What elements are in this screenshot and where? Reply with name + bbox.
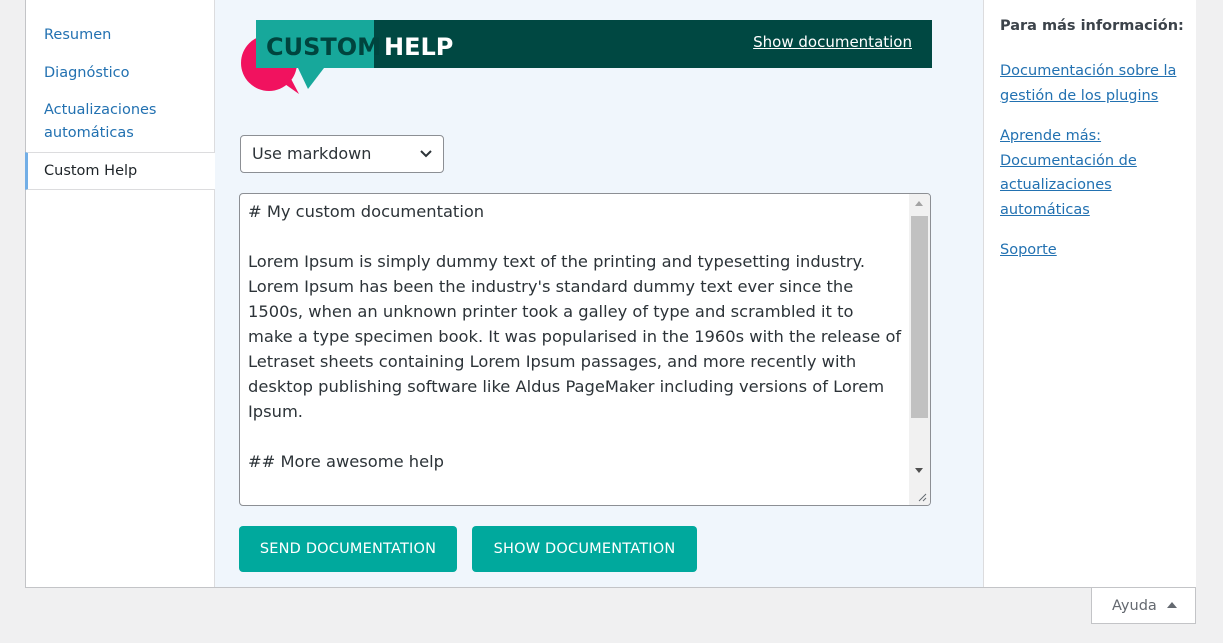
tab-resumen[interactable]: Resumen xyxy=(26,24,215,47)
custom-help-content: Show documentation CUSTOM HELP Use markd… xyxy=(215,0,983,587)
help-toggle-label: Ayuda xyxy=(1112,598,1157,614)
scroll-up-icon[interactable] xyxy=(915,201,923,206)
custom-help-logo: CUSTOM HELP xyxy=(241,20,453,94)
help-panel: Resumen Diagnóstico Actualizaciones auto… xyxy=(25,0,1196,588)
resize-handle-icon[interactable] xyxy=(917,492,927,502)
logo-custom-text: CUSTOM xyxy=(266,33,381,61)
help-toggle-button[interactable]: Ayuda xyxy=(1091,588,1196,624)
scroll-down-icon[interactable] xyxy=(915,468,923,473)
logo-teal-tail xyxy=(298,68,324,89)
help-tabs: Resumen Diagnóstico Actualizaciones auto… xyxy=(25,0,216,587)
caret-up-icon xyxy=(1167,602,1177,608)
tab-custom-help[interactable]: Custom Help xyxy=(25,152,216,190)
scrollbar-thumb[interactable] xyxy=(911,216,928,418)
sidebar-title: Para más información: xyxy=(1000,18,1184,34)
documentation-text: # My custom documentation Lorem Ipsum is… xyxy=(248,202,902,505)
documentation-textarea[interactable]: # My custom documentation Lorem Ipsum is… xyxy=(239,193,931,506)
format-select[interactable]: Use markdown xyxy=(240,135,444,173)
support-link[interactable]: Soporte xyxy=(1000,238,1185,263)
tab-diagnostico[interactable]: Diagnóstico xyxy=(26,62,215,85)
tab-actualizaciones-automaticas[interactable]: Actualizaciones automáticas xyxy=(26,99,215,145)
show-documentation-link[interactable]: Show documentation xyxy=(753,33,912,51)
chevron-down-icon xyxy=(420,150,432,158)
logo-help-text: HELP xyxy=(384,33,453,61)
auto-updates-docs-link[interactable]: Aprende más: Documentación de actualizac… xyxy=(1000,124,1185,222)
plugin-docs-link[interactable]: Documentación sobre la gestión de los pl… xyxy=(1000,59,1185,108)
send-documentation-button[interactable]: SEND DOCUMENTATION xyxy=(239,526,457,572)
format-select-value: Use markdown xyxy=(252,144,372,163)
help-sidebar: Para más información: Documentación sobr… xyxy=(983,0,1196,587)
show-documentation-button[interactable]: SHOW DOCUMENTATION xyxy=(472,526,697,572)
textarea-scrollbar[interactable] xyxy=(909,194,930,505)
